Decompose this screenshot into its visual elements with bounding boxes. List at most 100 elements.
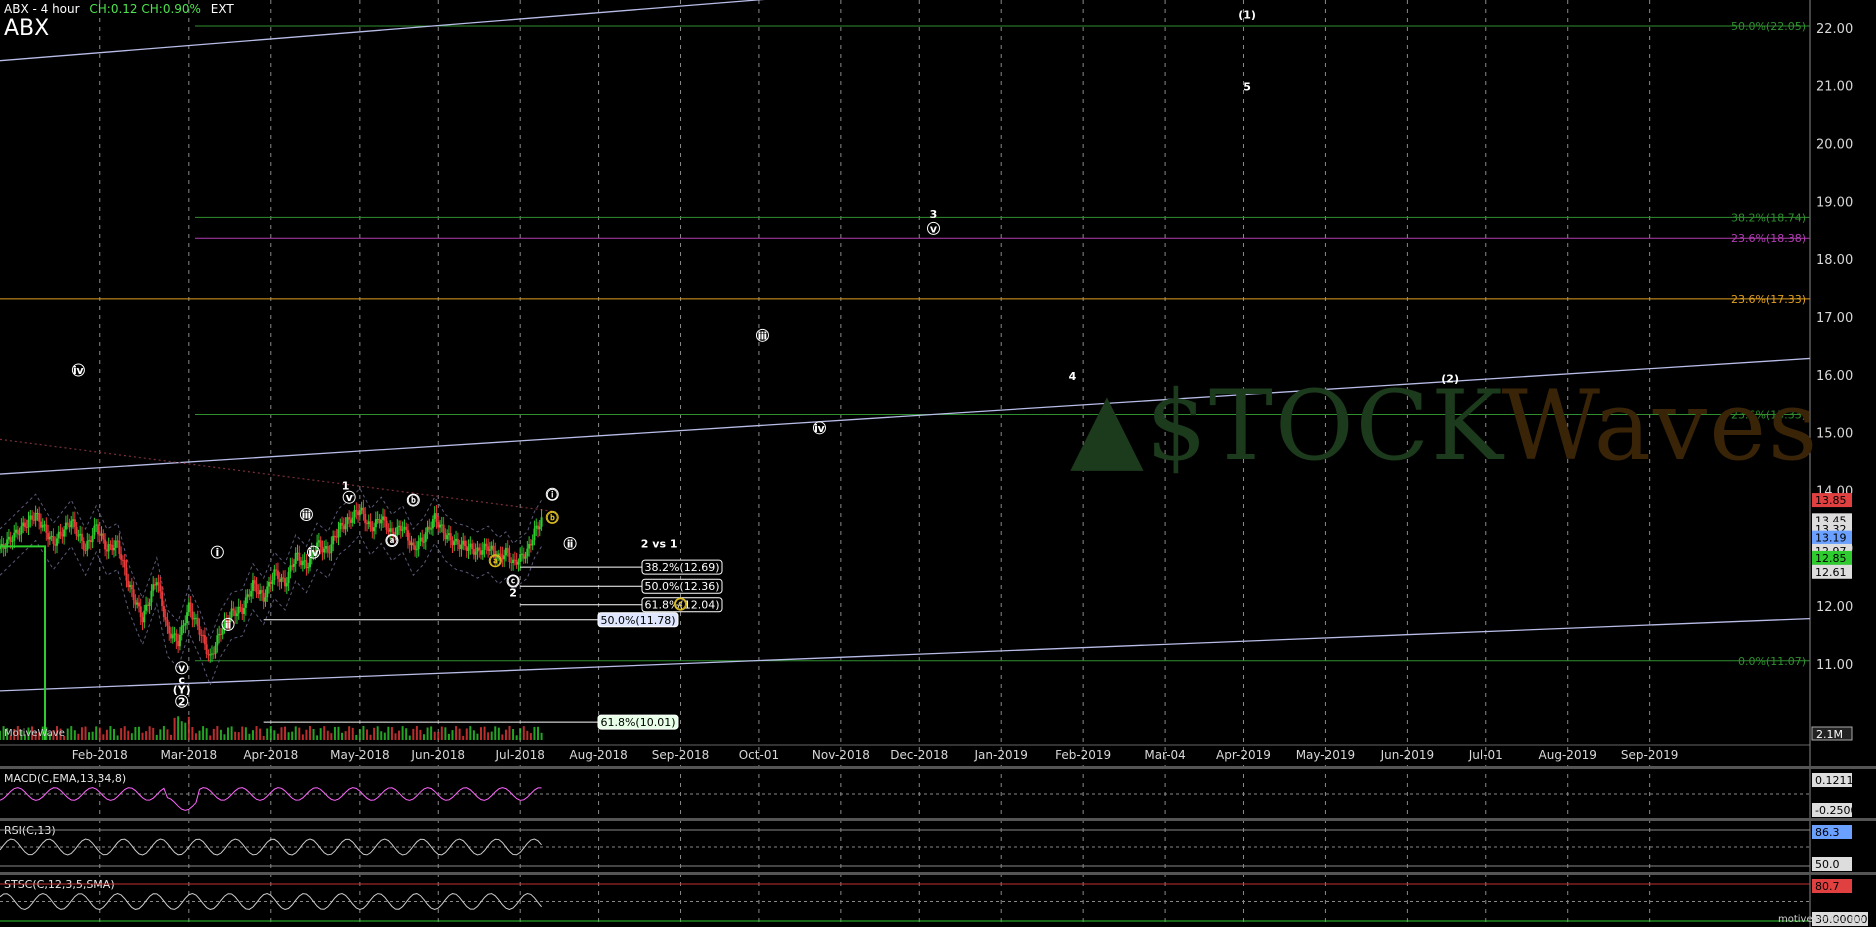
volume-bar — [209, 735, 212, 740]
x-tick-label: Jul-01 — [1468, 748, 1503, 762]
candle-body — [529, 544, 532, 546]
candle-body — [360, 507, 363, 511]
candle-body — [102, 533, 105, 540]
candle-body — [121, 559, 124, 561]
wave-label: ⅱ — [225, 618, 232, 631]
volume-bar — [159, 729, 162, 740]
wave-label: ⓑ — [547, 510, 558, 524]
candle-body — [488, 549, 491, 551]
indicator-title: MACD(C,EMA,13,34,8) — [4, 772, 126, 785]
candle-body — [301, 561, 304, 566]
candle-body — [531, 540, 534, 546]
candle-body — [275, 569, 278, 571]
candle-body — [341, 522, 344, 526]
x-tick-label: Jan-2019 — [974, 748, 1028, 762]
volume-bar — [405, 728, 408, 740]
x-tick-label: May-2019 — [1296, 748, 1355, 762]
volume-bar — [280, 727, 283, 740]
candle-body — [510, 561, 513, 564]
candle-body — [378, 518, 381, 524]
candle-body — [205, 644, 208, 655]
candle-body — [268, 581, 271, 587]
candle-body — [346, 517, 349, 524]
wave-label: 3 — [930, 208, 938, 221]
motivewave-site-brand: motivewave.com — [1778, 914, 1864, 925]
wave-label: ⅰ — [215, 546, 219, 559]
candle-body — [282, 577, 285, 579]
candle-body — [373, 527, 376, 532]
candle-body — [79, 533, 82, 536]
x-tick-label: Apr-2018 — [243, 748, 298, 762]
candle-body — [325, 546, 328, 549]
candle-body — [380, 519, 383, 524]
candle-body — [134, 600, 137, 605]
candle-body — [410, 542, 413, 546]
candle-body — [187, 602, 190, 613]
candle-body — [433, 513, 436, 519]
candle-body — [38, 513, 41, 522]
candle-body — [465, 545, 468, 551]
volume-bar — [266, 728, 269, 740]
wave-label: 2 vs 1 — [641, 537, 678, 550]
moving-average-line — [0, 487, 543, 641]
candle-body — [449, 533, 452, 541]
candle-body — [89, 540, 92, 543]
candle-body — [77, 535, 80, 537]
volume-bar — [344, 731, 347, 740]
candle-body — [70, 520, 73, 528]
volume-bar — [88, 732, 91, 740]
candle-body — [483, 543, 486, 551]
candle-body — [385, 520, 388, 530]
pane-separator — [0, 766, 1876, 769]
candle-body — [123, 560, 126, 568]
candle-body — [48, 536, 51, 540]
volume-bar — [137, 726, 140, 740]
candle-body — [127, 580, 130, 588]
candle-body — [330, 544, 333, 553]
pane-separator — [0, 872, 1876, 875]
candle-body — [476, 547, 479, 552]
candle-body — [266, 586, 269, 598]
indicator-line — [0, 787, 542, 811]
candle-body — [504, 547, 507, 556]
candle-body — [251, 580, 254, 591]
y-tick-label: 21.00 — [1816, 80, 1853, 95]
x-tick-label: Jun-2018 — [410, 748, 465, 762]
volume-bar — [170, 734, 173, 740]
volume-bar — [205, 728, 208, 740]
candle-body — [435, 513, 438, 522]
candle-body — [421, 537, 424, 542]
candle-body — [344, 523, 347, 530]
candle-body — [253, 580, 256, 584]
candle-body — [332, 535, 335, 545]
fib-level-label: 0.0%(11.07) — [1738, 655, 1806, 668]
candle-body — [189, 602, 192, 612]
candle-body — [186, 612, 189, 624]
candle-body — [462, 540, 465, 545]
candle-body — [104, 539, 107, 550]
price-tag-label: 13.19 — [1815, 532, 1847, 545]
candle-body — [153, 584, 156, 586]
candle-body — [111, 544, 114, 551]
candle-body — [294, 553, 297, 564]
volume-bar — [430, 726, 433, 740]
candle-body — [139, 606, 142, 618]
wave-label: ⓐ — [386, 534, 397, 548]
volume-bar — [116, 735, 119, 740]
candle-body — [524, 556, 527, 559]
volume-bar — [298, 727, 301, 740]
candle-body — [59, 531, 62, 535]
candle-body — [278, 578, 281, 582]
candle-body — [170, 633, 173, 639]
candle-body — [243, 607, 246, 614]
volume-bar — [66, 728, 69, 740]
candle-body — [250, 590, 253, 597]
candle-body — [93, 525, 96, 536]
indicator-tag-label: -0.2500 — [1815, 804, 1857, 817]
candle-body — [145, 604, 148, 611]
x-tick-label: Aug-2018 — [569, 748, 627, 762]
candle-body — [321, 547, 324, 553]
volume-bar — [383, 732, 386, 740]
candle-body — [424, 532, 427, 542]
price-tag-label: 12.85 — [1815, 552, 1847, 565]
